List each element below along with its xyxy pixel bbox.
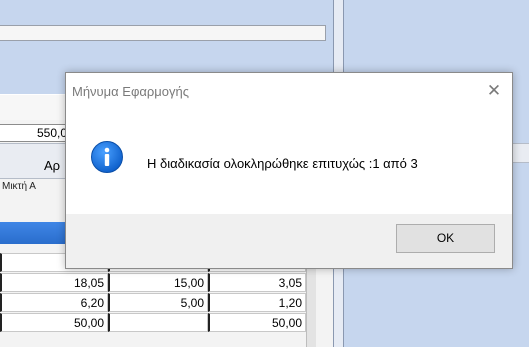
table-row[interactable]: 6,20 5,00 1,20 [0,293,316,312]
table-row[interactable]: 18,05 15,00 3,05 [0,273,316,292]
column-subheader: Μικτή Α [2,181,36,192]
top-input-field[interactable] [0,25,326,41]
table-cell[interactable]: 15,00 [108,273,208,292]
info-icon [91,141,123,173]
table-cell[interactable]: 5,00 [108,293,208,312]
table-row[interactable]: 50,00 50,00 [0,313,316,332]
table-cell[interactable]: 1,20 [208,293,306,312]
dialog-titlebar[interactable]: Μήνυμα Εφαρμογής ✕ [66,73,512,109]
ok-button[interactable]: OK [396,224,495,253]
message-dialog: Μήνυμα Εφαρμογής ✕ Η διαδικασία ολοκληρώ… [65,72,513,269]
amount-field[interactable]: 550,0 [0,124,72,142]
column-header-label: Αρ [44,158,61,173]
table-cell[interactable]: 50,00 [208,313,306,332]
table-cell[interactable]: 3,05 [208,273,306,292]
column-header[interactable]: Αρ [0,143,72,179]
dialog-message: Η διαδικασία ολοκληρώθηκε επιτυχώς :1 απ… [147,156,418,171]
table-cell[interactable]: 6,20 [0,293,108,312]
table-cell[interactable]: 18,05 [0,273,108,292]
close-icon[interactable]: ✕ [482,79,506,103]
dialog-title: Μήνυμα Εφαρμογής [72,84,190,99]
table-cell[interactable] [108,313,208,332]
table-cell[interactable]: 50,00 [0,313,108,332]
